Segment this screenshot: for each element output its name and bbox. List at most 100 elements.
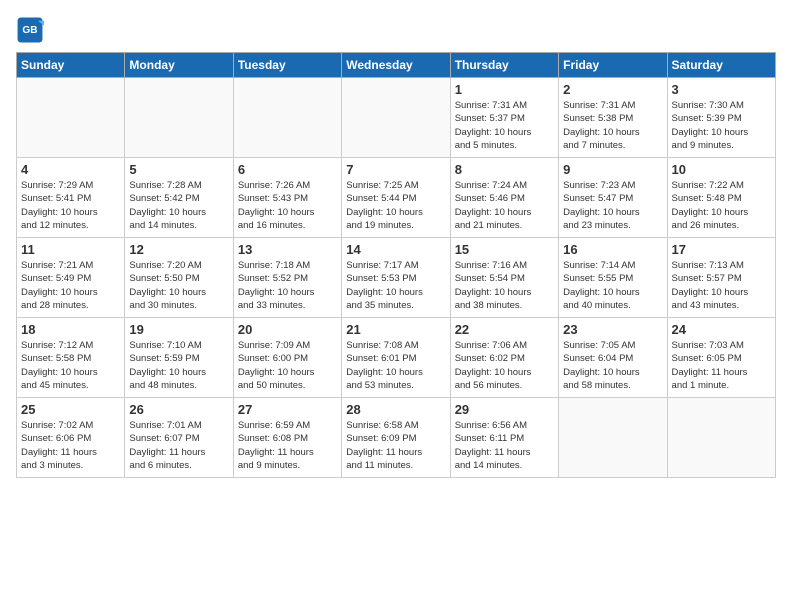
- calendar-cell: [667, 398, 775, 478]
- day-number: 26: [129, 402, 228, 417]
- calendar-week-4: 18 Sunrise: 7:12 AM Sunset: 5:58 PM Dayli…: [17, 318, 776, 398]
- day-info: Sunrise: 7:05 AM Sunset: 6:04 PM Dayligh…: [563, 339, 662, 392]
- calendar-cell: 16 Sunrise: 7:14 AM Sunset: 5:55 PM Dayli…: [559, 238, 667, 318]
- day-info: Sunrise: 7:03 AM Sunset: 6:05 PM Dayligh…: [672, 339, 771, 392]
- day-number: 1: [455, 82, 554, 97]
- calendar-cell: 22 Sunrise: 7:06 AM Sunset: 6:02 PM Dayli…: [450, 318, 558, 398]
- calendar-cell: 1 Sunrise: 7:31 AM Sunset: 5:37 PM Daylig…: [450, 78, 558, 158]
- calendar-cell: [559, 398, 667, 478]
- day-info: Sunrise: 7:13 AM Sunset: 5:57 PM Dayligh…: [672, 259, 771, 312]
- svg-text:GB: GB: [22, 25, 37, 36]
- calendar-cell: 8Sunrise: 7:24 AM Sunset: 5:46 PM Daylig…: [450, 158, 558, 238]
- calendar-cell: 29Sunrise: 6:56 AM Sunset: 6:11 PM Dayli…: [450, 398, 558, 478]
- day-info: Sunrise: 7:30 AM Sunset: 5:39 PM Dayligh…: [672, 99, 771, 152]
- calendar-cell: 17 Sunrise: 7:13 AM Sunset: 5:57 PM Dayli…: [667, 238, 775, 318]
- day-info: Sunrise: 7:06 AM Sunset: 6:02 PM Dayligh…: [455, 339, 554, 392]
- day-info: Sunrise: 7:23 AM Sunset: 5:47 PM Dayligh…: [563, 179, 662, 232]
- day-info: Sunrise: 7:26 AM Sunset: 5:43 PM Dayligh…: [238, 179, 337, 232]
- day-number: 4: [21, 162, 120, 177]
- day-number: 19: [129, 322, 228, 337]
- calendar-cell: 19 Sunrise: 7:10 AM Sunset: 5:59 PM Dayli…: [125, 318, 233, 398]
- weekday-header-wednesday: Wednesday: [342, 53, 450, 78]
- logo: GB: [16, 16, 48, 44]
- day-number: 23: [563, 322, 662, 337]
- day-number: 10: [672, 162, 771, 177]
- calendar-body: 1 Sunrise: 7:31 AM Sunset: 5:37 PM Daylig…: [17, 78, 776, 478]
- calendar-cell: 10 Sunrise: 7:22 AM Sunset: 5:48 PM Dayli…: [667, 158, 775, 238]
- day-number: 16: [563, 242, 662, 257]
- calendar-week-2: 4 Sunrise: 7:29 AM Sunset: 5:41 PM Daylig…: [17, 158, 776, 238]
- calendar-cell: 11 Sunrise: 7:21 AM Sunset: 5:49 PM Dayli…: [17, 238, 125, 318]
- day-info: Sunrise: 7:01 AM Sunset: 6:07 PM Dayligh…: [129, 419, 228, 472]
- day-number: 6: [238, 162, 337, 177]
- calendar-cell: [17, 78, 125, 158]
- day-info: Sunrise: 7:29 AM Sunset: 5:41 PM Dayligh…: [21, 179, 120, 232]
- calendar-cell: 27 Sunrise: 6:59 AM Sunset: 6:08 PM Dayli…: [233, 398, 341, 478]
- weekday-header-friday: Friday: [559, 53, 667, 78]
- day-info: Sunrise: 7:22 AM Sunset: 5:48 PM Dayligh…: [672, 179, 771, 232]
- calendar-cell: 5Sunrise: 7:28 AM Sunset: 5:42 PM Daylig…: [125, 158, 233, 238]
- day-number: 15: [455, 242, 554, 257]
- day-number: 5: [129, 162, 228, 177]
- calendar-table: SundayMondayTuesdayWednesdayThursdayFrid…: [16, 52, 776, 478]
- calendar-week-1: 1 Sunrise: 7:31 AM Sunset: 5:37 PM Daylig…: [17, 78, 776, 158]
- day-number: 3: [672, 82, 771, 97]
- calendar-cell: 24 Sunrise: 7:03 AM Sunset: 6:05 PM Dayli…: [667, 318, 775, 398]
- day-info: Sunrise: 7:02 AM Sunset: 6:06 PM Dayligh…: [21, 419, 120, 472]
- calendar-cell: 15 Sunrise: 7:16 AM Sunset: 5:54 PM Dayli…: [450, 238, 558, 318]
- day-number: 11: [21, 242, 120, 257]
- calendar-cell: 26 Sunrise: 7:01 AM Sunset: 6:07 PM Dayli…: [125, 398, 233, 478]
- day-info: Sunrise: 7:20 AM Sunset: 5:50 PM Dayligh…: [129, 259, 228, 312]
- calendar-cell: 20 Sunrise: 7:09 AM Sunset: 6:00 PM Dayli…: [233, 318, 341, 398]
- weekday-header-tuesday: Tuesday: [233, 53, 341, 78]
- day-number: 2: [563, 82, 662, 97]
- day-number: 12: [129, 242, 228, 257]
- day-number: 7: [346, 162, 445, 177]
- day-number: 18: [21, 322, 120, 337]
- calendar-cell: 28 Sunrise: 6:58 AM Sunset: 6:09 PM Dayli…: [342, 398, 450, 478]
- calendar-cell: 12 Sunrise: 7:20 AM Sunset: 5:50 PM Dayli…: [125, 238, 233, 318]
- calendar-cell: 4 Sunrise: 7:29 AM Sunset: 5:41 PM Daylig…: [17, 158, 125, 238]
- calendar-week-3: 11 Sunrise: 7:21 AM Sunset: 5:49 PM Dayli…: [17, 238, 776, 318]
- day-info: Sunrise: 6:59 AM Sunset: 6:08 PM Dayligh…: [238, 419, 337, 472]
- calendar-cell: 7 Sunrise: 7:25 AM Sunset: 5:44 PM Daylig…: [342, 158, 450, 238]
- day-number: 9: [563, 162, 662, 177]
- day-number: 22: [455, 322, 554, 337]
- day-info: Sunrise: 7:08 AM Sunset: 6:01 PM Dayligh…: [346, 339, 445, 392]
- day-number: 20: [238, 322, 337, 337]
- weekday-header-thursday: Thursday: [450, 53, 558, 78]
- calendar-cell: [233, 78, 341, 158]
- day-info: Sunrise: 7:31 AM Sunset: 5:38 PM Dayligh…: [563, 99, 662, 152]
- day-info: Sunrise: 7:25 AM Sunset: 5:44 PM Dayligh…: [346, 179, 445, 232]
- day-info: Sunrise: 7:09 AM Sunset: 6:00 PM Dayligh…: [238, 339, 337, 392]
- day-info: Sunrise: 7:10 AM Sunset: 5:59 PM Dayligh…: [129, 339, 228, 392]
- day-info: Sunrise: 7:17 AM Sunset: 5:53 PM Dayligh…: [346, 259, 445, 312]
- calendar-week-5: 25 Sunrise: 7:02 AM Sunset: 6:06 PM Dayli…: [17, 398, 776, 478]
- day-number: 28: [346, 402, 445, 417]
- day-info: Sunrise: 7:12 AM Sunset: 5:58 PM Dayligh…: [21, 339, 120, 392]
- calendar-cell: 2 Sunrise: 7:31 AM Sunset: 5:38 PM Daylig…: [559, 78, 667, 158]
- weekday-header-sunday: Sunday: [17, 53, 125, 78]
- calendar-cell: 6 Sunrise: 7:26 AM Sunset: 5:43 PM Daylig…: [233, 158, 341, 238]
- weekday-header-saturday: Saturday: [667, 53, 775, 78]
- day-number: 21: [346, 322, 445, 337]
- calendar-cell: 9 Sunrise: 7:23 AM Sunset: 5:47 PM Daylig…: [559, 158, 667, 238]
- day-info: Sunrise: 7:31 AM Sunset: 5:37 PM Dayligh…: [455, 99, 554, 152]
- calendar-cell: 13Sunrise: 7:18 AM Sunset: 5:52 PM Dayli…: [233, 238, 341, 318]
- calendar-cell: 18 Sunrise: 7:12 AM Sunset: 5:58 PM Dayli…: [17, 318, 125, 398]
- calendar-cell: 3 Sunrise: 7:30 AM Sunset: 5:39 PM Daylig…: [667, 78, 775, 158]
- day-number: 17: [672, 242, 771, 257]
- day-number: 29: [455, 402, 554, 417]
- page-header: GB: [16, 16, 776, 44]
- day-number: 25: [21, 402, 120, 417]
- weekday-header-monday: Monday: [125, 53, 233, 78]
- day-info: Sunrise: 7:16 AM Sunset: 5:54 PM Dayligh…: [455, 259, 554, 312]
- day-info: Sunrise: 6:58 AM Sunset: 6:09 PM Dayligh…: [346, 419, 445, 472]
- day-number: 27: [238, 402, 337, 417]
- day-info: Sunrise: 7:21 AM Sunset: 5:49 PM Dayligh…: [21, 259, 120, 312]
- day-info: Sunrise: 7:14 AM Sunset: 5:55 PM Dayligh…: [563, 259, 662, 312]
- day-number: 8: [455, 162, 554, 177]
- calendar-cell: 25 Sunrise: 7:02 AM Sunset: 6:06 PM Dayli…: [17, 398, 125, 478]
- logo-icon: GB: [16, 16, 44, 44]
- day-number: 24: [672, 322, 771, 337]
